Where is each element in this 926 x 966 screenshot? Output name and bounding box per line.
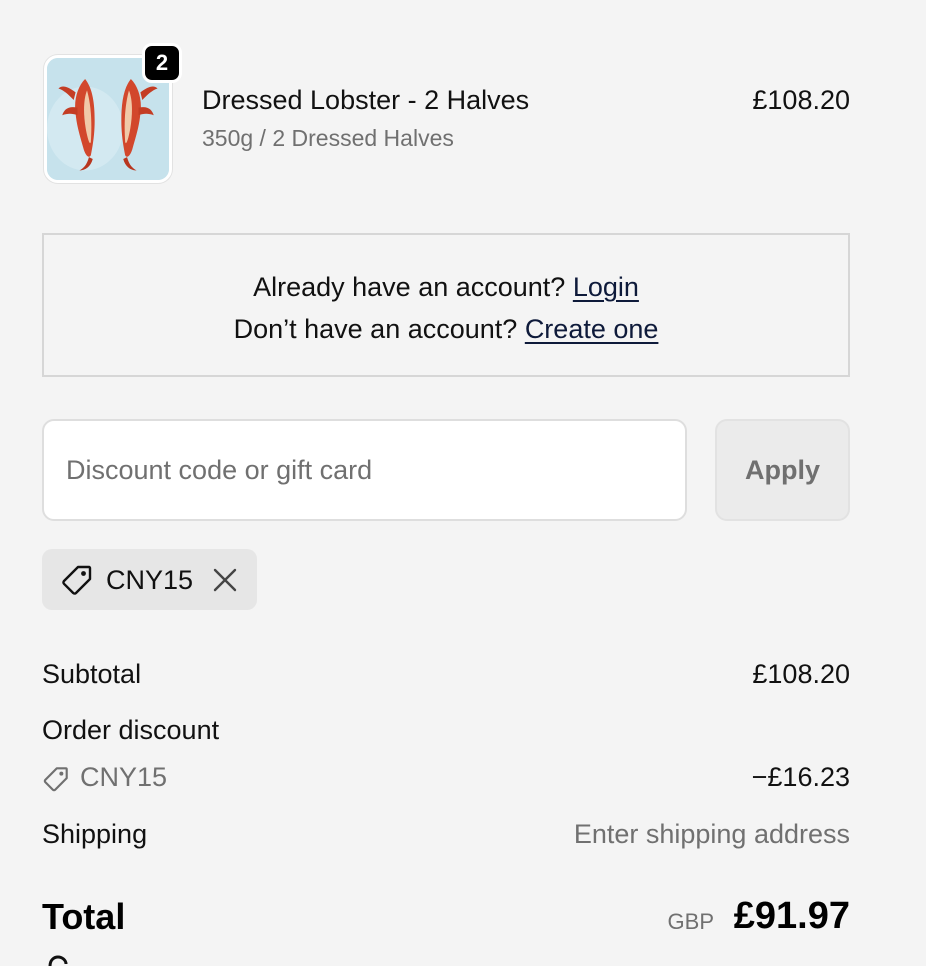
total-currency: GBP [667, 909, 714, 934]
order-discount-code-text: CNY15 [80, 762, 168, 792]
total-label: Total [42, 896, 126, 937]
order-summary: 2 Dressed Lobster - 2 Halves 350g / 2 Dr… [0, 0, 926, 966]
close-icon[interactable] [210, 565, 240, 595]
login-link[interactable]: Login [573, 272, 639, 302]
quantity-badge: 2 [142, 43, 182, 83]
create-account-link[interactable]: Create one [525, 314, 659, 344]
product-price: £108.20 [752, 85, 850, 115]
tag-icon [62, 565, 92, 595]
subtotal-label: Subtotal [42, 659, 142, 689]
shipping-label: Shipping [42, 819, 148, 849]
shipping-value: Enter shipping address [573, 819, 850, 849]
apply-discount-button[interactable]: Apply [715, 419, 850, 521]
tag-icon [43, 767, 68, 792]
login-prompt-text: Already have an account? [253, 272, 566, 302]
total-value: £91.97 [733, 895, 850, 937]
product-variant: 350g / 2 Dressed Halves [202, 125, 454, 151]
account-prompt-box: Already have an account? Login Don’t hav… [42, 233, 850, 377]
create-account-prompt: Don’t have an account? Create one [44, 308, 848, 350]
order-discount-row: Order discount [42, 715, 850, 746]
product-title: Dressed Lobster - 2 Halves [202, 85, 530, 115]
order-discount-label: Order discount [42, 715, 220, 745]
cut-off-text [48, 955, 68, 966]
order-discount-value: −£16.23 [751, 762, 850, 792]
login-prompt: Already have an account? Login [44, 266, 848, 308]
subtotal-row: Subtotal £108.20 [42, 659, 850, 690]
shipping-row: Shipping Enter shipping address [42, 819, 850, 850]
line-item: 2 Dressed Lobster - 2 Halves 350g / 2 Dr… [44, 43, 850, 183]
applied-discount-chip: CNY15 [42, 549, 257, 610]
subtotal-value: £108.20 [752, 659, 850, 689]
create-account-prompt-text: Don’t have an account? [233, 314, 518, 344]
applied-discount-code: CNY15 [106, 565, 194, 595]
discount-code-input[interactable] [42, 419, 687, 521]
